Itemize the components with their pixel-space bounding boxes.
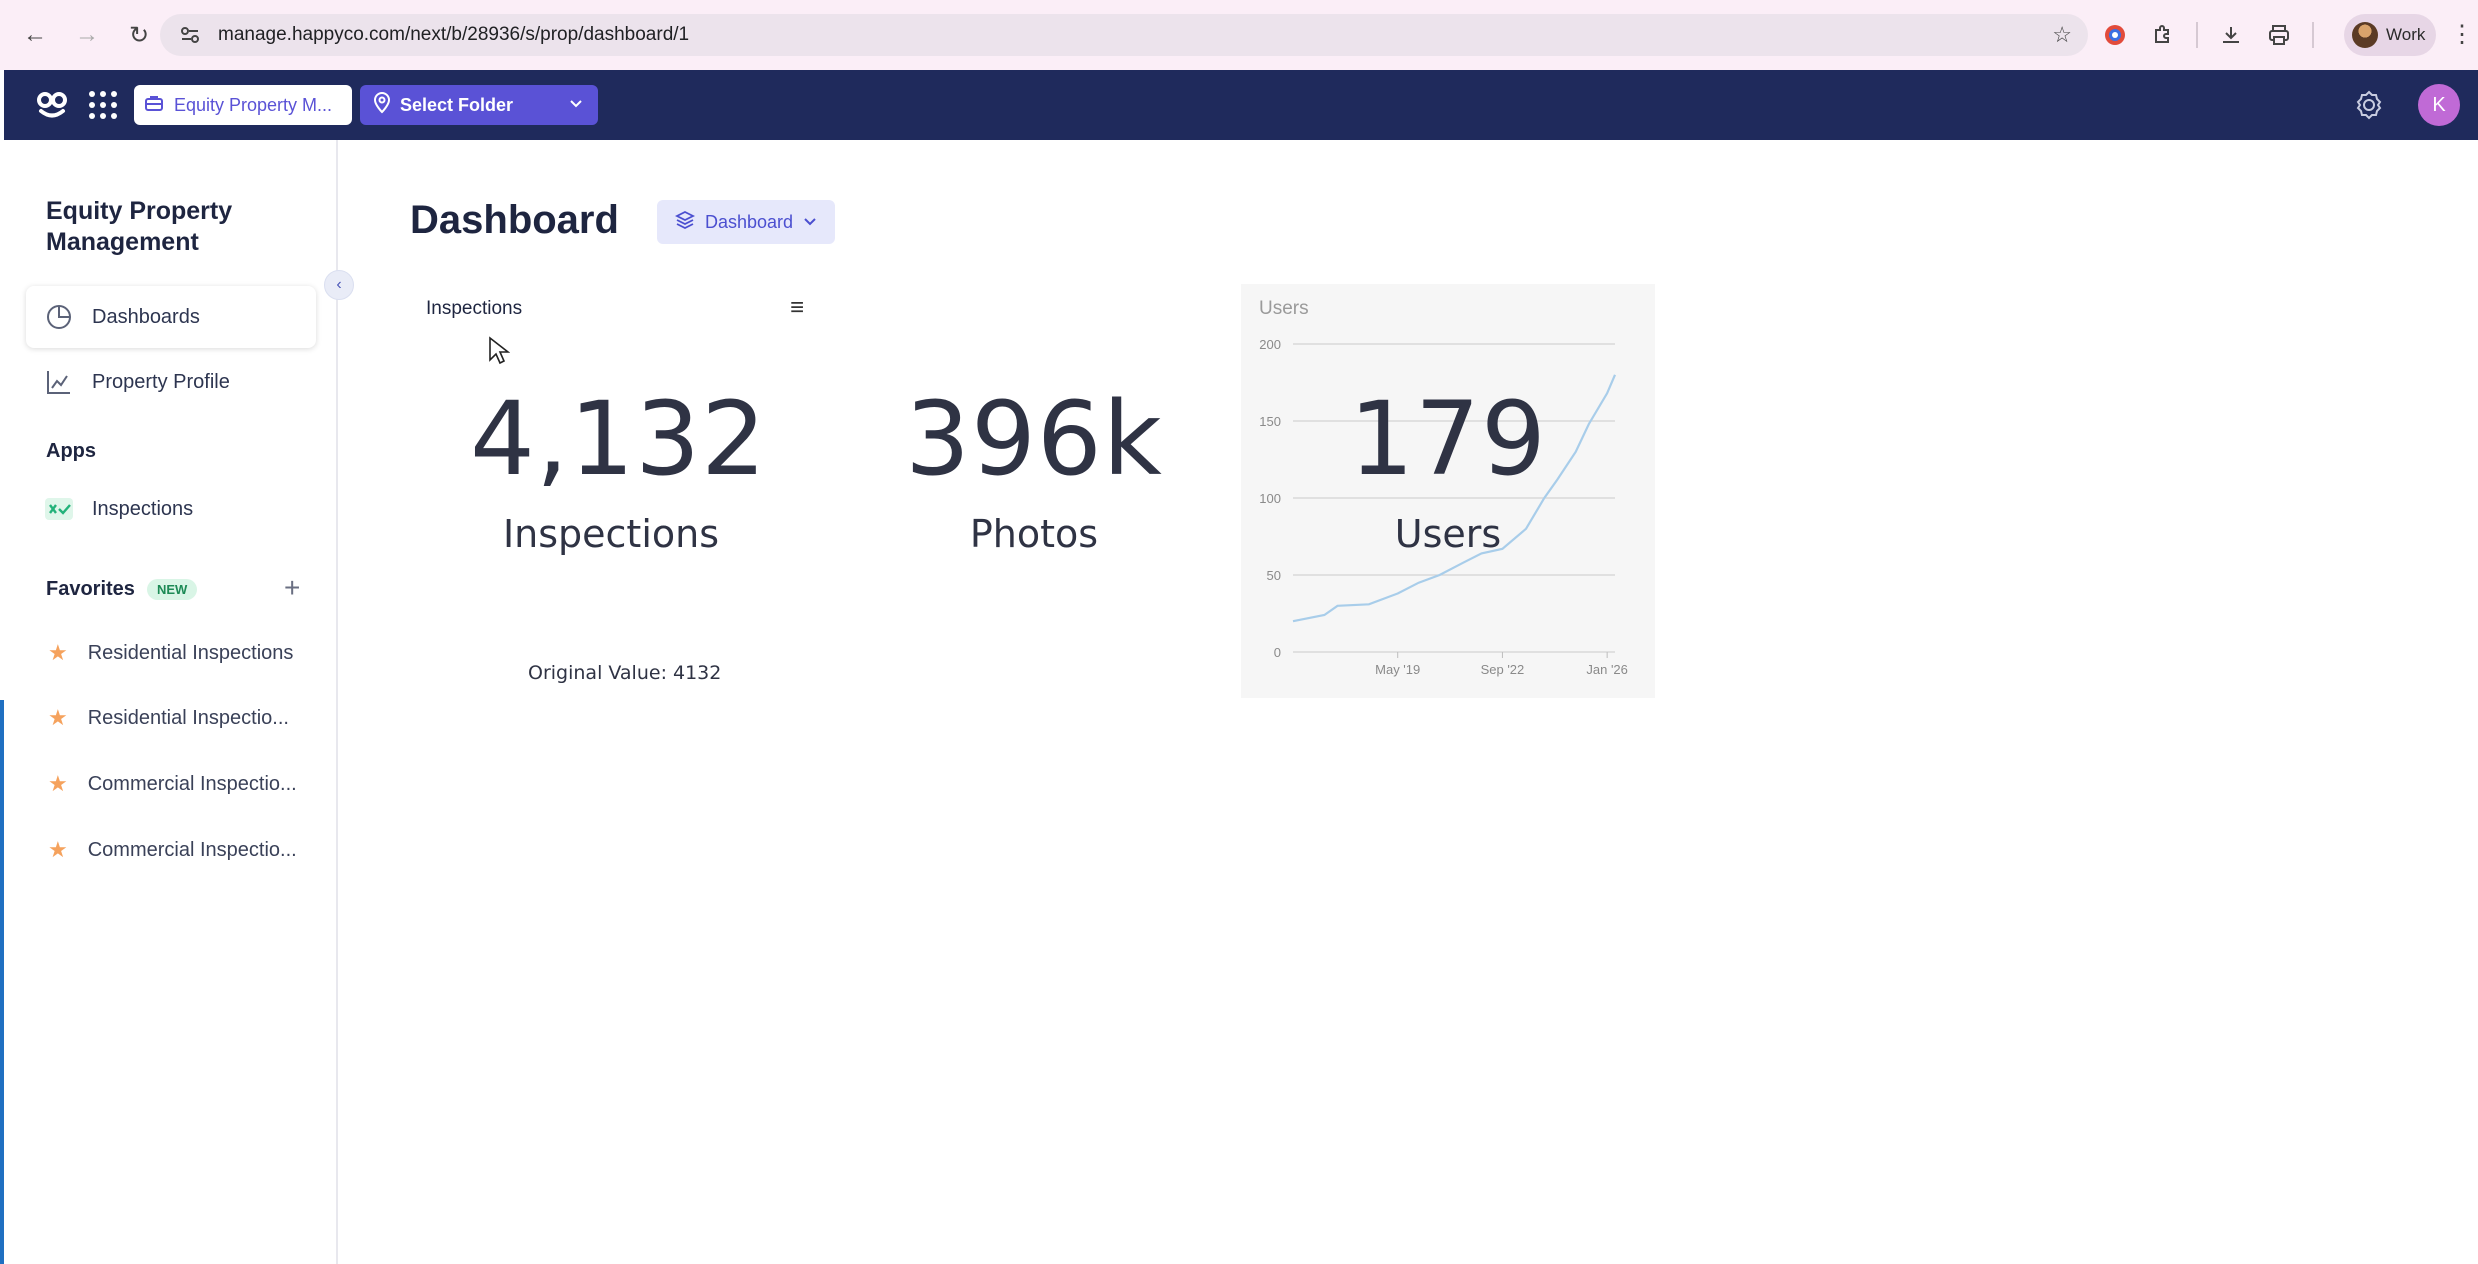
favorite-label: Commercial Inspectio... xyxy=(87,772,297,795)
add-favorite-icon[interactable]: + xyxy=(284,572,300,604)
original-value-tooltip: Original Value: 4132 xyxy=(528,662,722,684)
folder-select-label: Select Folder xyxy=(400,94,514,115)
favorite-label: Residential Inspectio... xyxy=(87,706,289,729)
line-chart-icon xyxy=(44,367,74,397)
x-tick-label: Jan '26 xyxy=(1586,662,1628,677)
sidebar-item-property-profile[interactable]: Property Profile xyxy=(26,351,316,413)
sidebar: Equity Property Management ‹ Dashboards … xyxy=(4,140,354,1264)
chevron-down-icon xyxy=(568,95,584,116)
print-icon[interactable] xyxy=(2264,20,2294,50)
collapse-sidebar-button[interactable]: ‹ xyxy=(324,270,354,300)
star-icon: ★ xyxy=(48,640,68,665)
download-icon[interactable] xyxy=(2216,20,2246,50)
sidebar-item-dashboards[interactable]: Dashboards xyxy=(26,286,316,348)
mouse-cursor-icon xyxy=(489,336,510,365)
select-folder-dropdown[interactable]: Select Folder xyxy=(360,85,598,125)
sidebar-item-label: Dashboards xyxy=(92,305,200,328)
sidebar-item-inspections[interactable]: Inspections xyxy=(26,478,316,540)
reload-icon[interactable]: ↻ xyxy=(116,12,162,58)
location-pin-icon xyxy=(372,91,392,119)
favorites-title: Favorites xyxy=(46,578,135,600)
address-bar[interactable]: manage.happyco.com/next/b/28936/s/prop/d… xyxy=(160,14,2088,56)
app-launcher-icon[interactable] xyxy=(86,88,120,122)
extension-icon[interactable] xyxy=(2100,20,2130,50)
profile-label: Work xyxy=(2386,25,2426,44)
y-tick-label: 100 xyxy=(1259,491,1281,506)
y-tick-label: 50 xyxy=(1267,568,1281,583)
inspections-count: 4,132 xyxy=(470,380,768,499)
y-tick-label: 0 xyxy=(1274,645,1281,660)
user-avatar[interactable]: K xyxy=(2418,84,2460,126)
pie-chart-icon xyxy=(44,302,74,332)
new-badge: NEW xyxy=(146,579,198,601)
back-icon[interactable]: ← xyxy=(12,12,58,58)
forward-icon[interactable]: → xyxy=(64,12,110,58)
organization-chip[interactable]: Equity Property M... xyxy=(134,85,352,125)
chevron-down-icon xyxy=(803,212,817,233)
browser-extension-area xyxy=(2100,14,2314,56)
favorite-item[interactable]: ★ Residential Inspectio... xyxy=(26,693,316,743)
sidebar-item-label: Property Profile xyxy=(92,370,230,393)
users-count: 179 xyxy=(1349,380,1547,499)
layers-icon xyxy=(674,210,696,235)
app-header: Equity Property M... Select Folder K xyxy=(4,70,2478,140)
inspections-label: Inspections xyxy=(502,512,720,556)
profile-photo-icon xyxy=(2352,22,2378,48)
browser-menu-icon[interactable]: ⋮ xyxy=(2450,20,2474,49)
photos-label: Photos xyxy=(969,512,1099,556)
favorite-item[interactable]: ★ Residential Inspections xyxy=(26,628,316,678)
dashboard-select-dropdown[interactable]: Dashboard xyxy=(657,200,835,244)
favorite-label: Residential Inspections xyxy=(87,641,294,664)
x-tick-label: Sep '22 xyxy=(1481,662,1525,677)
photos-count: 396k xyxy=(905,380,1163,499)
star-icon: ★ xyxy=(48,771,68,796)
apps-section-title: Apps xyxy=(46,440,96,462)
star-icon: ★ xyxy=(48,705,68,730)
star-icon: ★ xyxy=(48,837,68,862)
organization-name: Equity Property M... xyxy=(174,94,333,115)
favorite-label: Commercial Inspectio... xyxy=(87,838,297,861)
sidebar-org-name: Equity Property Management xyxy=(46,197,233,256)
favorite-item[interactable]: ★ Commercial Inspectio... xyxy=(26,759,316,809)
favorites-section-title: Favorites NEW xyxy=(46,578,198,601)
x-tick-label: May '19 xyxy=(1375,662,1420,677)
settings-gear-icon[interactable] xyxy=(2350,86,2388,124)
widget-menu-icon[interactable]: ≡ xyxy=(790,294,804,322)
favorite-item[interactable]: ★ Commercial Inspectio... xyxy=(26,825,316,875)
inspections-app-icon xyxy=(44,494,74,524)
bookmark-star-icon[interactable]: ☆ xyxy=(2052,22,2072,48)
toolbar-separator xyxy=(2196,22,2198,48)
url-text[interactable]: manage.happyco.com/next/b/28936/s/prop/d… xyxy=(218,24,689,46)
browser-profile-button[interactable]: Work xyxy=(2344,14,2436,56)
sidebar-item-label: Inspections xyxy=(92,497,194,520)
briefcase-icon xyxy=(144,93,164,118)
users-label: Users xyxy=(1394,512,1502,556)
y-tick-label: 200 xyxy=(1259,337,1281,352)
y-tick-label: 150 xyxy=(1259,414,1281,429)
page-title: Dashboard xyxy=(410,198,619,242)
dashboard-select-label: Dashboard xyxy=(705,211,794,232)
toolbar-separator xyxy=(2312,22,2314,48)
site-settings-icon[interactable] xyxy=(176,24,204,46)
inspections-widget-title: Inspections xyxy=(426,298,523,319)
puzzle-extensions-icon[interactable] xyxy=(2148,20,2178,50)
happyco-logo-icon[interactable] xyxy=(32,85,72,125)
